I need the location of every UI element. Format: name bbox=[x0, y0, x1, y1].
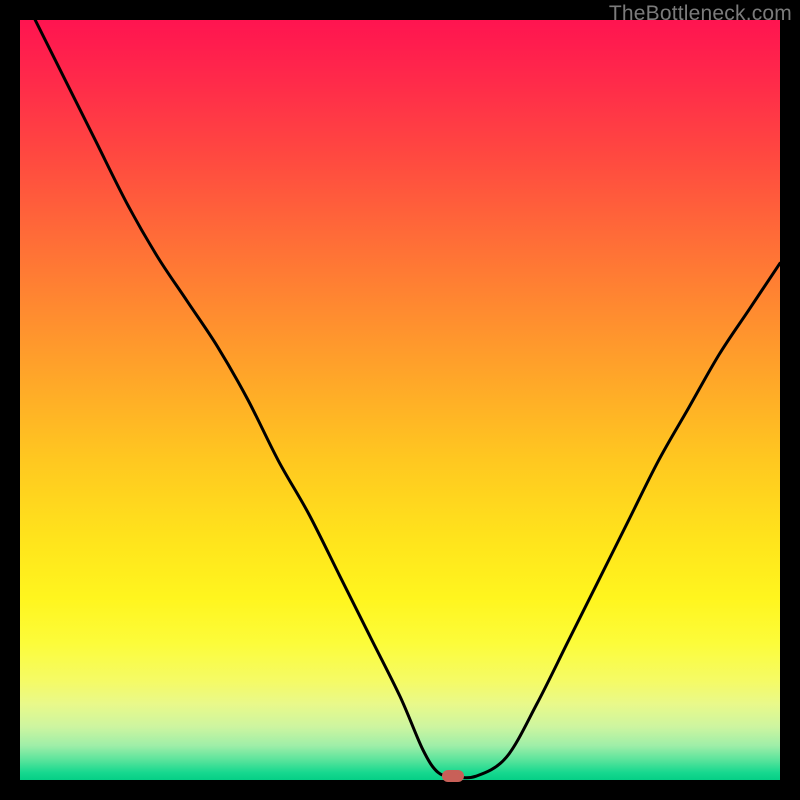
attribution-label: TheBottleneck.com bbox=[609, 2, 792, 26]
optimum-marker bbox=[442, 770, 464, 782]
gradient-plot-area bbox=[20, 20, 780, 780]
bottleneck-curve bbox=[20, 20, 780, 780]
curve-path bbox=[35, 20, 780, 778]
chart-frame: TheBottleneck.com bbox=[0, 0, 800, 800]
